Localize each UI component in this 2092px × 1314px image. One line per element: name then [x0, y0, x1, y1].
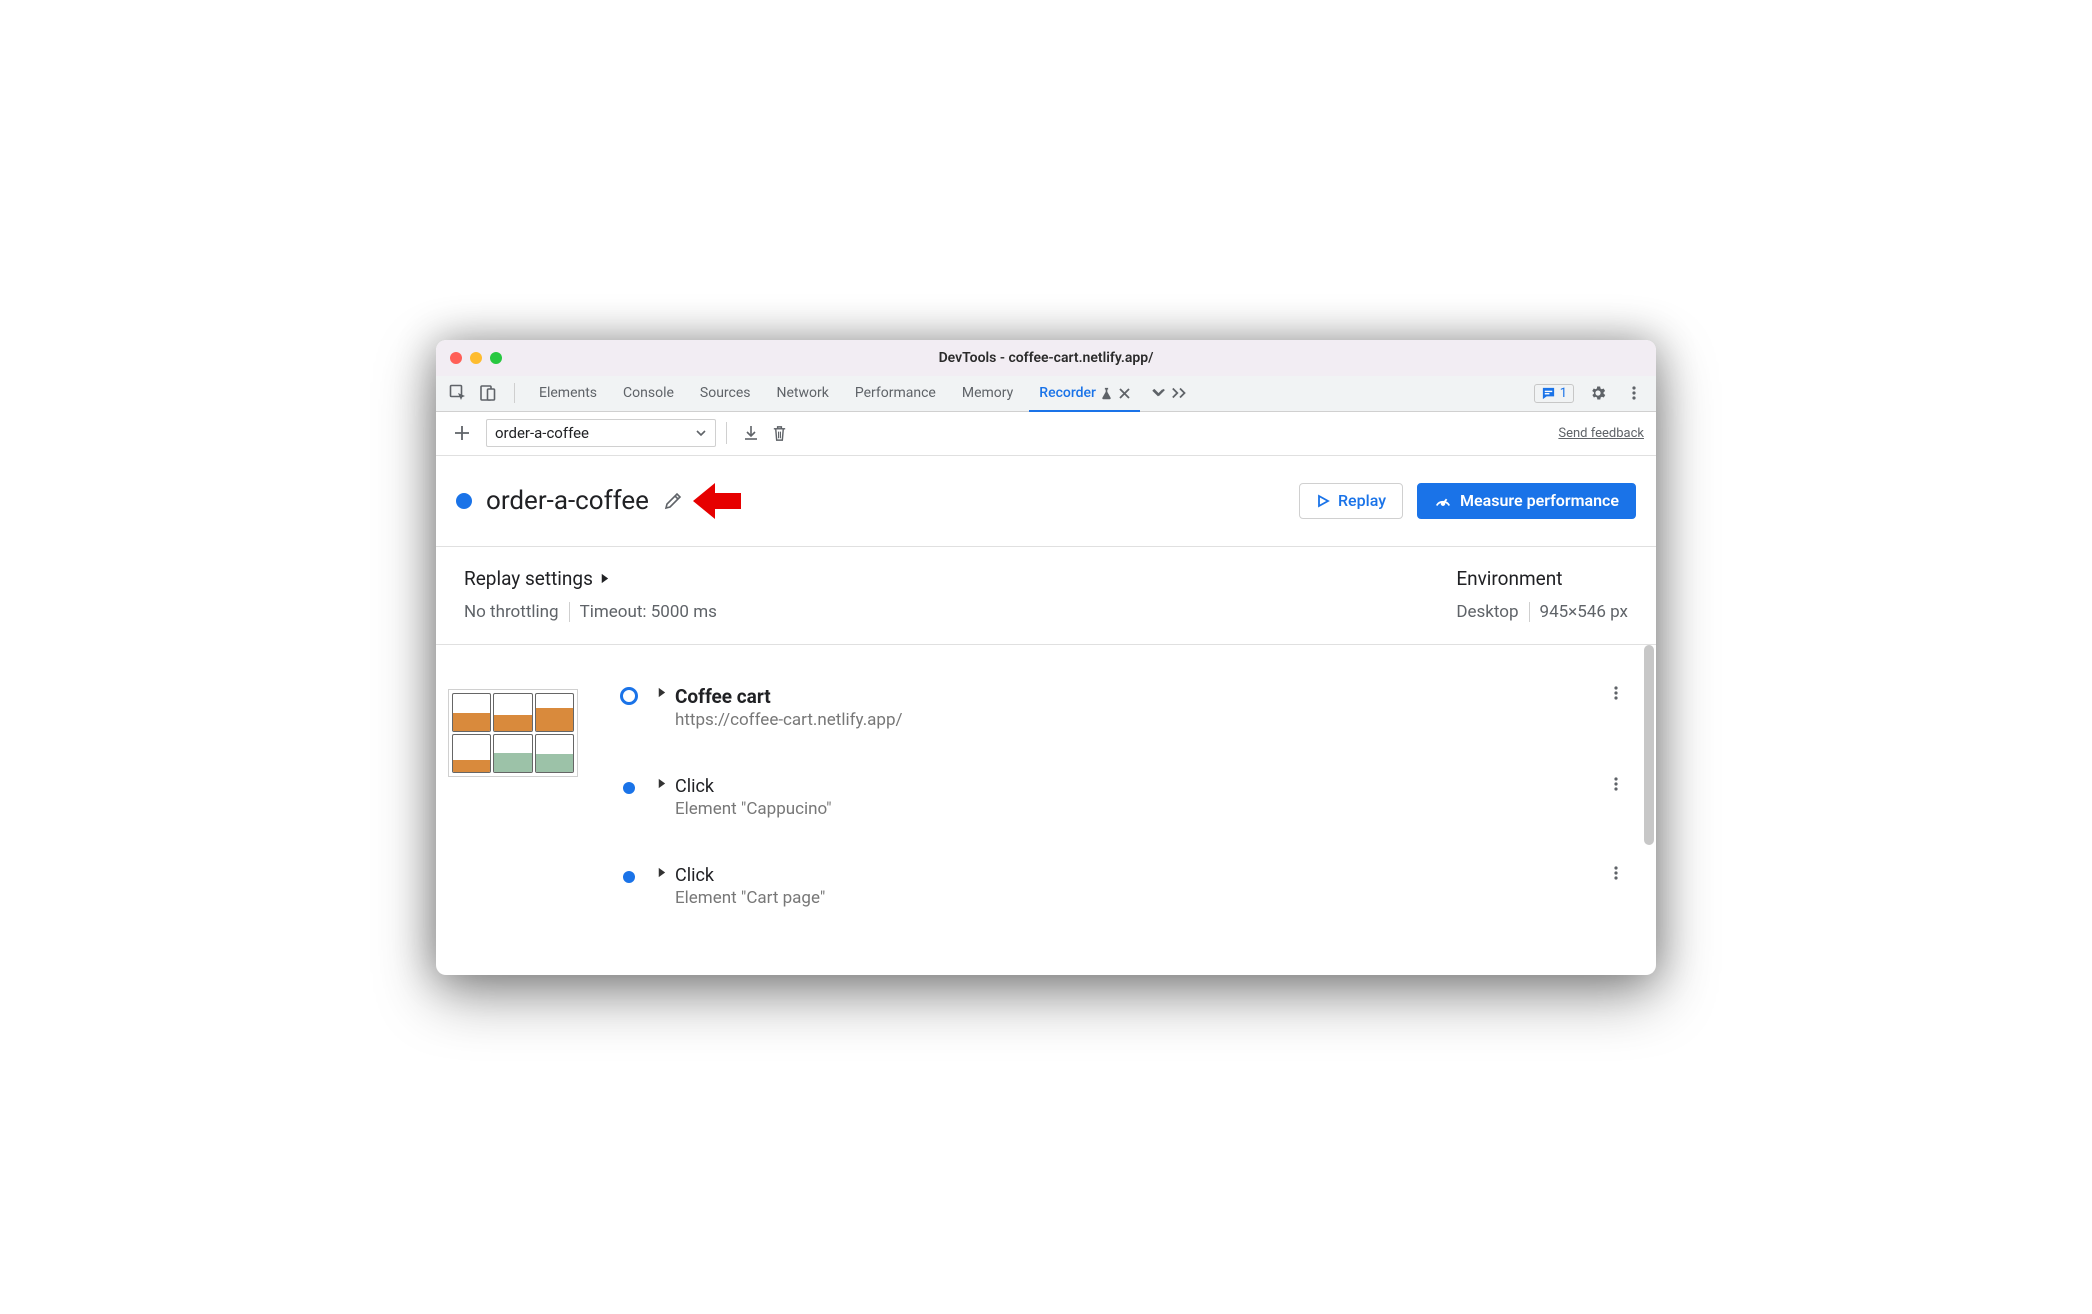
step-subtitle: https://coffee-cart.netlify.app/ [675, 710, 1600, 730]
env-device: Desktop [1456, 602, 1518, 622]
tab-sources[interactable]: Sources [690, 375, 761, 411]
step-item: Click Element "Cart page" [620, 865, 1632, 954]
annotation-arrow-icon [693, 480, 741, 522]
separator [569, 602, 570, 622]
step-title: Coffee cart [675, 685, 1600, 708]
issues-count: 1 [1560, 386, 1567, 401]
recording-dropdown-value: order-a-coffee [495, 424, 589, 442]
step-item: Click Element "Cappucino" [620, 776, 1632, 865]
new-recording-button[interactable] [448, 419, 476, 447]
play-icon [1316, 494, 1330, 508]
scrollbar-thumb[interactable] [1644, 645, 1654, 845]
step-subtitle: Element "Cappucino" [675, 799, 1600, 819]
replay-settings-toggle[interactable]: Replay settings [464, 567, 717, 590]
tab-network[interactable]: Network [767, 375, 839, 411]
timeline: Coffee cart https://coffee-cart.netlify.… [620, 685, 1632, 954]
step-title: Click [675, 776, 1600, 797]
chevron-down-icon [695, 427, 707, 439]
tab-recorder[interactable]: Recorder [1029, 376, 1140, 412]
tab-elements[interactable]: Elements [529, 375, 607, 411]
window-title: DevTools - coffee-cart.netlify.app/ [436, 350, 1656, 366]
expand-step-toggle[interactable] [656, 778, 667, 789]
export-button[interactable] [737, 419, 765, 447]
env-viewport: 945×546 px [1540, 602, 1628, 622]
edit-title-button[interactable] [663, 491, 683, 511]
replay-label: Replay [1338, 491, 1386, 510]
flask-icon [1100, 387, 1113, 400]
zoom-window-button[interactable] [490, 352, 502, 364]
close-window-button[interactable] [450, 352, 462, 364]
more-tabs-icon[interactable] [1146, 381, 1170, 405]
throttling-value: No throttling [464, 602, 559, 622]
separator [726, 422, 727, 444]
separator [1529, 602, 1530, 622]
window-titlebar: DevTools - coffee-cart.netlify.app/ [436, 340, 1656, 376]
step-item: Coffee cart https://coffee-cart.netlify.… [620, 685, 1632, 776]
tab-label: Performance [855, 385, 936, 401]
chat-icon [1541, 386, 1556, 401]
tab-label: Recorder [1039, 385, 1096, 401]
overflow-chevrons-icon[interactable] [1168, 381, 1192, 405]
tab-label: Network [777, 385, 829, 401]
replay-settings-label: Replay settings [464, 567, 593, 590]
steps-panel: Coffee cart https://coffee-cart.netlify.… [436, 645, 1656, 975]
recorder-toolbar: order-a-coffee Send feedback [436, 412, 1656, 456]
step-menu-button[interactable] [1600, 685, 1632, 701]
settings-gear-icon[interactable] [1586, 381, 1610, 405]
inspect-element-icon[interactable] [446, 381, 470, 405]
timeline-node-icon [623, 782, 635, 794]
send-feedback-link[interactable]: Send feedback [1558, 426, 1644, 441]
step-title: Click [675, 865, 1600, 886]
tab-label: Memory [962, 385, 1013, 401]
close-tab-icon[interactable] [1119, 388, 1130, 399]
recording-header: order-a-coffee Replay Measure performanc… [436, 456, 1656, 547]
chevron-right-icon [599, 573, 610, 584]
kebab-menu-icon[interactable] [1622, 381, 1646, 405]
tab-memory[interactable]: Memory [952, 375, 1023, 411]
recording-title: order-a-coffee [486, 486, 649, 516]
measure-label: Measure performance [1460, 491, 1619, 510]
replay-button[interactable]: Replay [1299, 483, 1403, 519]
timeline-node-icon [620, 687, 638, 705]
devtools-window: DevTools - coffee-cart.netlify.app/ Elem… [436, 340, 1656, 975]
gauge-icon [1434, 492, 1452, 510]
step-subtitle: Element "Cart page" [675, 888, 1600, 908]
measure-performance-button[interactable]: Measure performance [1417, 483, 1636, 519]
step-menu-button[interactable] [1600, 776, 1632, 792]
timeout-value: Timeout: 5000 ms [580, 602, 717, 622]
minimize-window-button[interactable] [470, 352, 482, 364]
tab-performance[interactable]: Performance [845, 375, 946, 411]
traffic-lights [436, 352, 502, 364]
separator [514, 383, 515, 403]
expand-step-toggle[interactable] [656, 867, 667, 878]
delete-button[interactable] [765, 419, 793, 447]
timeline-node-icon [623, 871, 635, 883]
tabstrip: Elements Console Sources Network Perform… [436, 376, 1656, 412]
recording-dropdown[interactable]: order-a-coffee [486, 419, 716, 447]
device-toolbar-icon[interactable] [476, 381, 500, 405]
expand-step-toggle[interactable] [656, 687, 667, 698]
recording-status-dot [456, 493, 472, 509]
tab-label: Console [623, 385, 674, 401]
settings-row: Replay settings No throttling Timeout: 5… [436, 547, 1656, 645]
tab-console[interactable]: Console [613, 375, 684, 411]
environment-label: Environment [1456, 567, 1628, 590]
tab-label: Elements [539, 385, 597, 401]
page-thumbnail [448, 689, 578, 777]
tab-label: Sources [700, 385, 751, 401]
issues-badge[interactable]: 1 [1534, 384, 1574, 403]
step-menu-button[interactable] [1600, 865, 1632, 881]
